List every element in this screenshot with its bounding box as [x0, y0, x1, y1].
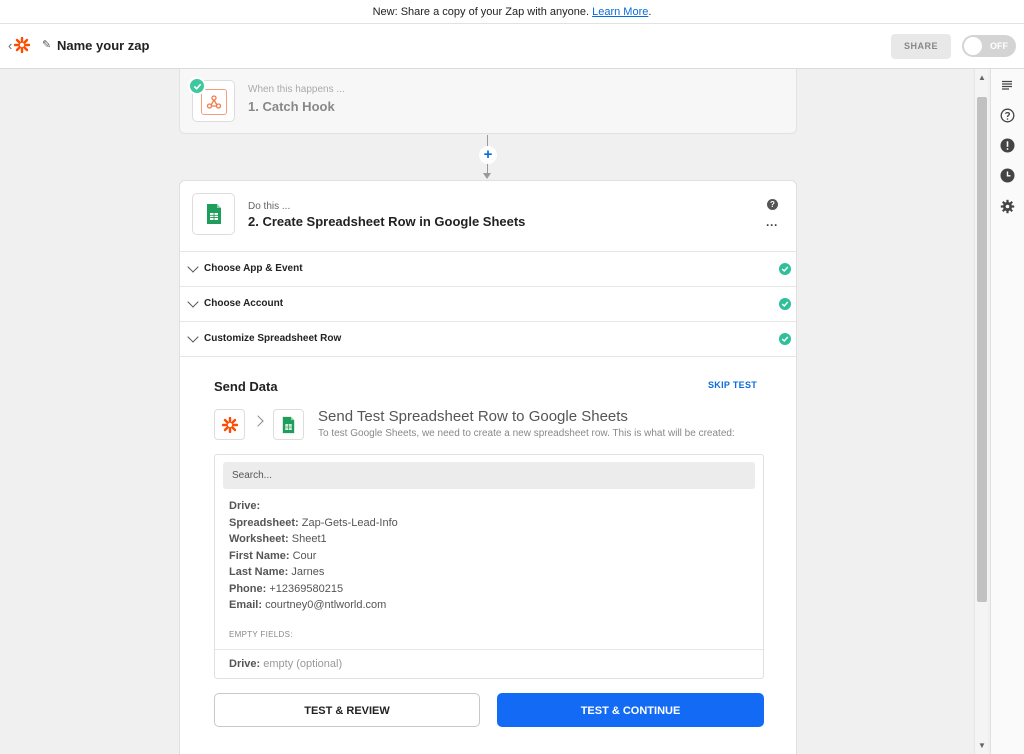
test-and-continue-button[interactable]: TEST & CONTINUE: [497, 693, 764, 727]
zap-name-title[interactable]: Name your zap: [57, 38, 149, 53]
action-title: 2. Create Spreadsheet Row in Google Shee…: [248, 214, 526, 229]
field-row: First Name: Cour: [229, 548, 398, 565]
step-complete-check-icon: [188, 77, 206, 95]
section-choose-app-event[interactable]: Choose App & Event: [180, 251, 796, 286]
section-label: Choose Account: [204, 298, 284, 309]
send-test-subtitle: To test Google Sheets, we need to create…: [318, 428, 735, 439]
toggle-label: OFF: [990, 41, 1008, 51]
add-step-plus-icon[interactable]: +: [479, 146, 497, 164]
check-circle-icon: [779, 333, 791, 345]
announcement-bar: New: Share a copy of your Zap with anyon…: [0, 0, 1024, 24]
list-icon[interactable]: [999, 77, 1015, 93]
help-icon[interactable]: ?: [767, 199, 778, 210]
more-options-icon[interactable]: ···: [766, 218, 778, 232]
editor-header: ‹ ✎ Name your zap SHARE OFF: [0, 24, 1024, 69]
field-value: Sheet1: [291, 533, 327, 545]
google-sheets-icon: [273, 409, 304, 440]
google-sheets-icon: [192, 193, 235, 235]
field-key: Phone:: [229, 582, 267, 595]
field-row: Email: courtney0@ntlworld.com: [229, 597, 398, 614]
search-input[interactable]: [223, 462, 755, 489]
field-key: First Name:: [229, 549, 290, 562]
action-step-card: Do this ... 2. Create Spreadsheet Row in…: [179, 180, 797, 754]
field-row: Drive:: [229, 498, 398, 515]
field-row: Spreadsheet: Zap-Gets-Lead-Info: [229, 515, 398, 532]
gear-icon[interactable]: [999, 198, 1015, 214]
empty-fields-heading: EMPTY FIELDS:: [229, 630, 293, 639]
chevron-down-icon: [187, 331, 199, 343]
toggle-knob: [964, 37, 982, 55]
field-row: Worksheet: Sheet1: [229, 531, 398, 548]
scrollbar-thumb[interactable]: [977, 97, 987, 602]
field-key: Drive:: [229, 500, 261, 512]
learn-more-link[interactable]: Learn More: [592, 6, 648, 18]
help-circle-icon[interactable]: [999, 107, 1015, 123]
pencil-icon[interactable]: ✎: [42, 38, 51, 51]
scroll-down-arrow-icon[interactable]: ▼: [978, 741, 986, 750]
zapier-logo-icon[interactable]: [13, 36, 31, 58]
back-chevron-icon[interactable]: ‹: [8, 38, 12, 53]
field-value: +12369580215: [269, 582, 344, 595]
send-test-title: Send Test Spreadsheet Row to Google Shee…: [318, 408, 628, 425]
field-key: Email:: [229, 599, 263, 611]
field-value: courtney0@ntlworld.com: [265, 599, 387, 611]
field-key: Worksheet:: [229, 533, 289, 545]
test-and-review-button[interactable]: TEST & REVIEW: [214, 693, 480, 727]
trigger-step-card[interactable]: When this happens ... 1. Catch Hook: [179, 69, 797, 134]
chevron-down-icon: [187, 261, 199, 273]
field-key: Last Name:: [229, 566, 289, 578]
field-value: Jarnes: [291, 566, 325, 578]
connector-arrow-icon: [483, 173, 491, 179]
chevron-right-icon: [252, 415, 264, 427]
scroll-up-arrow-icon[interactable]: ▲: [978, 73, 986, 82]
section-label: Customize Spreadsheet Row: [204, 333, 342, 344]
right-sidebar-rail: [990, 69, 1024, 754]
field-value: empty (optional): [263, 658, 343, 670]
field-key: Spreadsheet:: [229, 516, 299, 529]
empty-field-row: Drive: empty (optional): [229, 658, 342, 670]
test-data-preview: Drive: Spreadsheet: Zap-Gets-Lead-Info W…: [214, 454, 764, 679]
skip-test-link[interactable]: SKIP TEST: [708, 380, 757, 390]
send-data-heading: Send Data: [214, 379, 278, 394]
announcement-suffix: .: [648, 6, 652, 18]
check-circle-icon: [779, 298, 791, 310]
section-label: Choose App & Event: [204, 263, 303, 274]
section-customize-row[interactable]: Customize Spreadsheet Row: [180, 321, 796, 356]
chevron-down-icon: [187, 296, 199, 308]
field-row: Phone: +12369580215: [229, 581, 398, 598]
field-list: Drive: Spreadsheet: Zap-Gets-Lead-Info W…: [229, 498, 398, 614]
action-prefix: Do this ...: [248, 201, 291, 212]
field-key: Drive:: [229, 658, 261, 670]
check-circle-icon: [779, 263, 791, 275]
section-choose-account[interactable]: Choose Account: [180, 286, 796, 321]
trigger-prefix: When this happens ...: [248, 84, 345, 95]
field-row: Last Name: Jarnes: [229, 564, 398, 581]
zapier-app-icon: [214, 409, 245, 440]
announcement-text: New: Share a copy of your Zap with anyon…: [372, 6, 590, 18]
divider: [215, 649, 763, 650]
trigger-title: 1. Catch Hook: [248, 99, 335, 114]
field-value: Cour: [292, 549, 317, 562]
alert-icon[interactable]: [999, 137, 1015, 153]
zap-on-off-toggle[interactable]: OFF: [962, 35, 1016, 57]
vertical-scrollbar[interactable]: ▲ ▼: [974, 69, 988, 754]
field-value: Zap-Gets-Lead-Info: [301, 516, 398, 529]
divider: [180, 356, 796, 357]
clock-icon[interactable]: [999, 167, 1015, 183]
share-button[interactable]: SHARE: [891, 34, 951, 59]
